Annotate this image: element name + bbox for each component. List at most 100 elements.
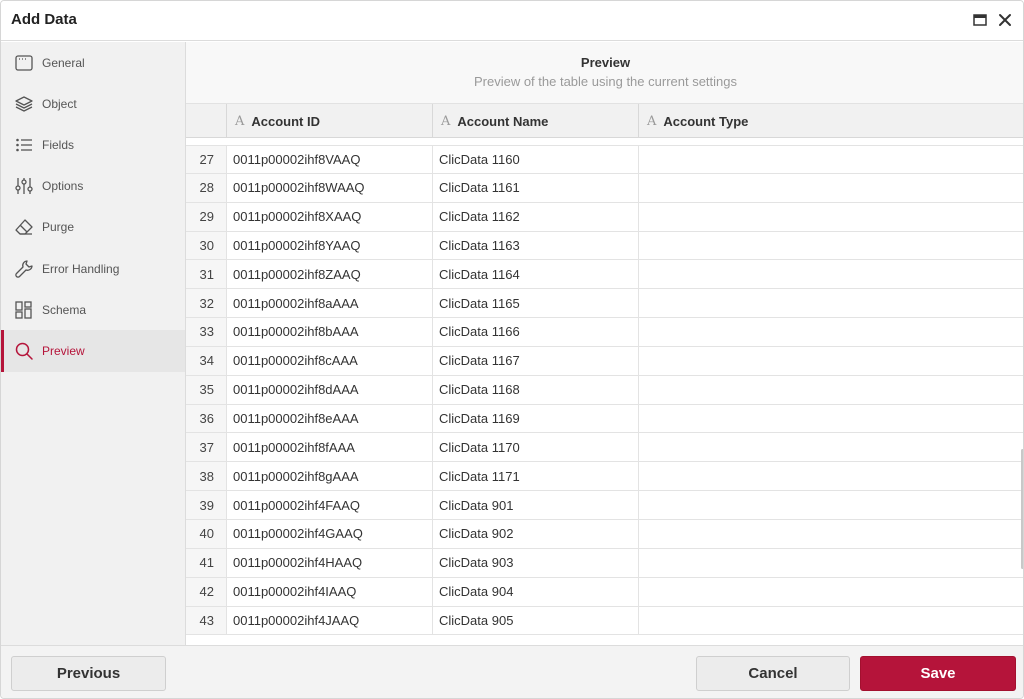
account-id-cell: 0011p00002ihf8fAAA	[227, 433, 433, 462]
save-button[interactable]: Save	[860, 656, 1016, 691]
table-row[interactable]: 42 0011p00002ihf4IAAQ ClicData 904	[186, 577, 1023, 607]
close-icon[interactable]	[996, 11, 1014, 29]
layers-icon	[14, 94, 34, 114]
account-type-cell	[639, 347, 1023, 375]
account-type-cell	[639, 376, 1023, 404]
table-row[interactable]: 28 0011p00002ihf8WAAQ ClicData 1161	[186, 173, 1023, 203]
account-type-cell	[639, 146, 1023, 173]
add-data-dialog: Add Data General Object Fields Options P…	[0, 0, 1024, 699]
preview-subtitle: Preview of the table using the current s…	[473, 74, 738, 89]
sidebar-item-options[interactable]: Options	[1, 166, 185, 207]
account-type-cell	[639, 462, 1023, 490]
eraser-icon	[14, 217, 34, 237]
account-name-cell: ClicData 1160	[433, 146, 639, 173]
text-type-icon: A	[647, 113, 657, 129]
account-name-cell: ClicData 1161	[433, 173, 639, 202]
row-number-cell: 37	[186, 433, 227, 462]
account-id-cell: 0011p00002ihf8ZAAQ	[227, 260, 433, 289]
account-type-cell	[639, 520, 1023, 548]
sidebar-item-schema[interactable]: Schema	[1, 289, 185, 330]
table-row[interactable]: 38 0011p00002ihf8gAAA ClicData 1171	[186, 462, 1023, 492]
account-id-cell: 0011p00002ihf8eAAA	[227, 404, 433, 433]
account-type-cell	[639, 174, 1023, 202]
preview-panel: Preview Preview of the table using the c…	[186, 42, 1023, 645]
table-row[interactable]: 34 0011p00002ihf8cAAA ClicData 1167	[186, 346, 1023, 376]
row-number-cell: 30	[186, 231, 227, 260]
column-header-label: Account ID	[251, 113, 321, 129]
table-row[interactable]: 41 0011p00002ihf4HAAQ ClicData 903	[186, 548, 1023, 578]
table-row[interactable]: 31 0011p00002ihf8ZAAQ ClicData 1164	[186, 260, 1023, 290]
account-type-cell	[639, 607, 1023, 635]
title-bar: Add Data	[1, 1, 1023, 41]
account-type-cell	[639, 433, 1023, 461]
account-name-cell: ClicData 1167	[433, 346, 639, 375]
account-id-cell: 0011p00002ihf8aAAA	[227, 289, 433, 318]
row-number-cell: 31	[186, 260, 227, 289]
maximize-icon[interactable]	[971, 11, 989, 29]
account-name-cell: ClicData 1163	[433, 231, 639, 260]
account-name-cell: ClicData 903	[433, 548, 639, 577]
row-number-cell: 32	[186, 289, 227, 318]
sliders-icon	[14, 176, 34, 196]
account-name-cell: ClicData 1168	[433, 375, 639, 404]
text-type-icon: A	[441, 113, 451, 129]
account-name-cell: ClicData 1165	[433, 289, 639, 318]
sidebar-item-error-handling[interactable]: Error Handling	[1, 248, 185, 289]
table-row[interactable]: 37 0011p00002ihf8fAAA ClicData 1170	[186, 433, 1023, 463]
row-number-cell: 35	[186, 375, 227, 404]
grid-layout-icon	[14, 300, 34, 320]
column-header-account-id[interactable]: A Account ID	[227, 104, 433, 138]
account-type-cell	[639, 232, 1023, 260]
table-row[interactable]: 40 0011p00002ihf4GAAQ ClicData 902	[186, 519, 1023, 549]
account-name-cell: ClicData 1171	[433, 462, 639, 491]
table-row[interactable]: 29 0011p00002ihf8XAAQ ClicData 1162	[186, 202, 1023, 232]
row-number-cell: 36	[186, 404, 227, 433]
account-name-cell: ClicData 1169	[433, 404, 639, 433]
table-row[interactable]: 27 0011p00002ihf8VAAQ ClicData 1160	[186, 145, 1023, 174]
search-icon	[14, 341, 34, 361]
column-header-account-type[interactable]: A Account Type	[639, 104, 1023, 138]
sidebar-item-object[interactable]: Object	[1, 83, 185, 124]
account-type-cell	[639, 203, 1023, 231]
row-number-header	[186, 104, 227, 138]
account-name-cell: ClicData 1166	[433, 318, 639, 346]
table-row[interactable]: 35 0011p00002ihf8dAAA ClicData 1168	[186, 375, 1023, 405]
table-row[interactable]: 36 0011p00002ihf8eAAA ClicData 1169	[186, 404, 1023, 434]
account-id-cell: 0011p00002ihf8gAAA	[227, 462, 433, 491]
row-number-cell: 39	[186, 491, 227, 519]
row-number-cell: 41	[186, 548, 227, 577]
account-id-cell: 0011p00002ihf8dAAA	[227, 375, 433, 404]
account-type-cell	[639, 578, 1023, 606]
cancel-button[interactable]: Cancel	[696, 656, 850, 691]
table-row[interactable]: 32 0011p00002ihf8aAAA ClicData 1165	[186, 289, 1023, 319]
window-icon	[14, 53, 34, 73]
account-type-cell	[639, 260, 1023, 288]
account-id-cell: 0011p00002ihf4GAAQ	[227, 519, 433, 548]
preview-table[interactable]: A Account ID A Account Name A Account Ty…	[186, 104, 1023, 645]
account-id-cell: 0011p00002ihf4IAAQ	[227, 577, 433, 606]
sidebar-item-general[interactable]: General	[1, 42, 185, 83]
row-number-cell: 29	[186, 202, 227, 231]
table-row[interactable]: 30 0011p00002ihf8YAAQ ClicData 1163	[186, 231, 1023, 261]
column-header-account-name[interactable]: A Account Name	[433, 104, 639, 138]
table-row[interactable]: 33 0011p00002ihf8bAAA ClicData 1166	[186, 318, 1023, 347]
row-number-cell: 40	[186, 519, 227, 548]
account-id-cell: 0011p00002ihf4FAAQ	[227, 491, 433, 519]
account-id-cell: 0011p00002ihf8VAAQ	[227, 146, 433, 173]
account-name-cell: ClicData 901	[433, 491, 639, 519]
sidebar: General Object Fields Options Purge Erro…	[1, 42, 186, 645]
row-number-cell: 43	[186, 606, 227, 635]
sidebar-item-label: Preview	[42, 343, 85, 358]
row-number-cell: 33	[186, 318, 227, 346]
table-row[interactable]: 39 0011p00002ihf4FAAQ ClicData 901	[186, 491, 1023, 520]
list-icon	[14, 135, 34, 155]
sidebar-item-fields[interactable]: Fields	[1, 124, 185, 165]
table-row[interactable]: 43 0011p00002ihf4JAAQ ClicData 905	[186, 606, 1023, 636]
row-number-cell: 42	[186, 577, 227, 606]
row-number-cell: 28	[186, 173, 227, 202]
account-type-cell	[639, 491, 1023, 519]
sidebar-item-preview[interactable]: Preview	[1, 330, 185, 372]
account-type-cell	[639, 289, 1023, 317]
previous-button[interactable]: Previous	[11, 656, 166, 691]
sidebar-item-purge[interactable]: Purge	[1, 207, 185, 248]
